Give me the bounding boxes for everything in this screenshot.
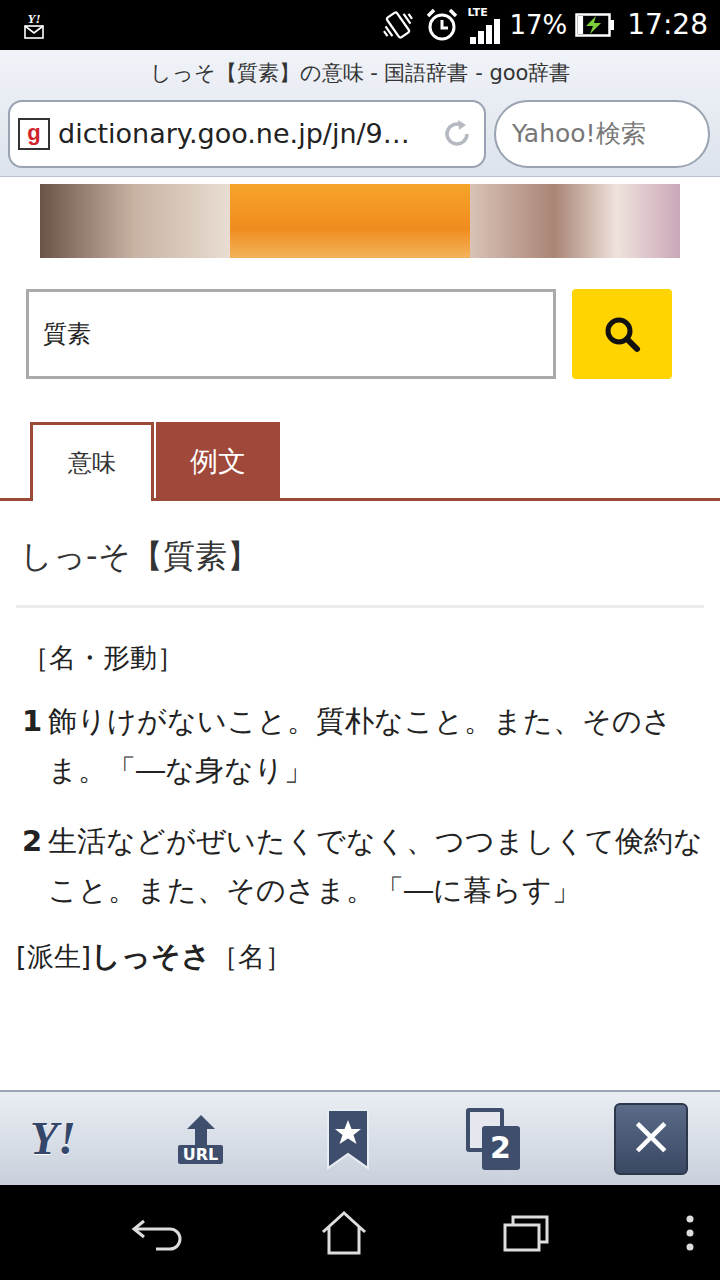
- signal-bars: [468, 18, 502, 44]
- site-icon: g: [18, 118, 50, 150]
- sense-number: 1: [22, 697, 48, 794]
- browser-chrome: しっそ【質素】の意味 - 国語辞書 - goo辞書 g dictionary.g…: [0, 50, 720, 177]
- web-page: 意味例文 しっ‐そ【質素】 ［名・形動］ 1飾りけがないこと。質朴なこと。また、…: [0, 177, 720, 1090]
- system-navigation: [0, 1185, 720, 1280]
- screen: Y! LTE 17% 17:28 しっそ【質素】の意味 - 国語辞書 - goo…: [0, 0, 720, 1280]
- page-title: しっそ【質素】の意味 - 国語辞書 - goo辞書: [0, 50, 720, 98]
- yahoo-search-field[interactable]: Yahoo!検索: [494, 100, 710, 168]
- sense-text: 生活などがぜいたくでなく、つつましくて倹約なこと。また、そのさま。「―に暮らす」: [48, 817, 704, 914]
- sense-number: 2: [22, 817, 48, 914]
- tab[interactable]: 意味: [30, 422, 154, 501]
- yahoo-home-button[interactable]: Y!: [30, 1116, 76, 1162]
- url-button-label: URL: [178, 1145, 224, 1165]
- signal-icon: LTE: [468, 7, 502, 44]
- dictionary-entry: しっ‐そ【質素】 ［名・形動］ 1飾りけがないこと。質朴なこと。また、そのさま。…: [0, 501, 720, 977]
- sense: 1飾りけがないこと。質朴なこと。また、そのさま。「―な身なり」: [16, 675, 704, 794]
- derived-pos: ［名］: [211, 941, 292, 972]
- mail-notification-icon: Y!: [24, 12, 44, 39]
- tab-bar: 意味例文: [0, 422, 720, 501]
- close-button[interactable]: ×: [614, 1103, 688, 1175]
- sense-list: 1飾りけがないこと。質朴なこと。また、そのさま。「―な身なり」2生活などがぜいた…: [16, 675, 704, 914]
- url-text: dictionary.goo.ne.jp/jn/9…: [58, 114, 432, 155]
- derived-form: [派生]しっそさ［名］: [16, 914, 704, 977]
- search-button[interactable]: [572, 289, 672, 379]
- derived-label: [派生]: [16, 941, 91, 972]
- battery-percent: 17%: [510, 6, 568, 45]
- sense: 2生活などがぜいたくでなく、つつましくて倹約なこと。また、そのさま。「―に暮らす…: [16, 795, 704, 914]
- notification-label: Y!: [28, 12, 41, 25]
- tab-count: 2: [482, 1126, 520, 1170]
- battery-fill: [578, 16, 583, 34]
- upload-arrow-icon: [181, 1113, 221, 1147]
- entry-heading: しっ‐そ【質素】: [16, 501, 704, 605]
- network-label: LTE: [468, 7, 488, 18]
- status-bar: Y! LTE 17% 17:28: [0, 0, 720, 50]
- search-icon: [602, 314, 642, 354]
- recent-apps-icon[interactable]: [501, 1213, 551, 1253]
- sense-text: 飾りけがないこと。質朴なこと。また、そのさま。「―な身なり」: [48, 697, 704, 794]
- dictionary-search: [26, 289, 672, 379]
- reload-icon[interactable]: [440, 117, 474, 151]
- back-icon[interactable]: [130, 1213, 186, 1253]
- url-button[interactable]: URL: [171, 1113, 231, 1165]
- ad-banner[interactable]: [40, 184, 680, 258]
- charging-icon: [586, 16, 601, 34]
- clock: 17:28: [627, 4, 708, 46]
- url-field[interactable]: g dictionary.goo.ne.jp/jn/9…: [8, 100, 486, 168]
- part-of-speech: ［名・形動］: [16, 608, 704, 675]
- tabs-button[interactable]: 2: [466, 1108, 520, 1170]
- search-input[interactable]: [26, 289, 556, 379]
- battery-icon: [575, 11, 615, 39]
- tab[interactable]: 例文: [156, 422, 280, 498]
- home-icon[interactable]: [319, 1210, 369, 1256]
- browser-toolbar: Y! URL 2 ×: [0, 1090, 720, 1185]
- vibrate-icon: [380, 7, 416, 43]
- bookmark-icon[interactable]: [325, 1108, 371, 1170]
- search-placeholder: Yahoo!検索: [512, 115, 646, 153]
- alarm-icon: [424, 7, 460, 43]
- derived-word[interactable]: しっそさ: [91, 939, 211, 973]
- menu-icon[interactable]: [684, 1213, 696, 1253]
